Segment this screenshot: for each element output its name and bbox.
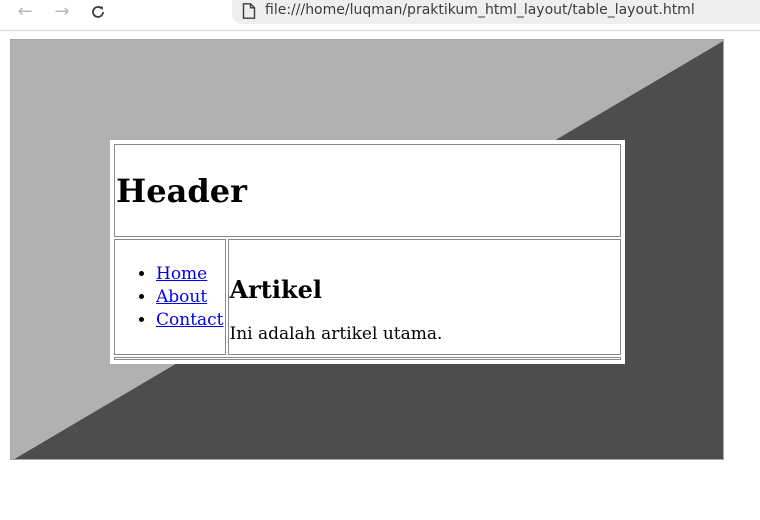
- page-header: Header: [116, 171, 247, 210]
- address-bar[interactable]: file:///home/luqman/praktikum_html_layou…: [232, 0, 760, 24]
- layout-table: Header Home About Contact Artikel Ini ad…: [110, 140, 625, 364]
- nav-cell: Home About Contact: [114, 239, 226, 355]
- nav-link-home[interactable]: Home: [156, 264, 207, 284]
- footer-cell: [114, 357, 621, 360]
- reload-icon: [92, 6, 104, 18]
- nav-link-contact[interactable]: Contact: [156, 310, 224, 330]
- file-icon: [242, 3, 256, 19]
- nav-item-about: About: [156, 286, 224, 309]
- arrow-left-icon: ←: [17, 1, 33, 22]
- forward-button[interactable]: →: [49, 0, 75, 24]
- arrow-right-icon: →: [54, 1, 70, 22]
- header-cell: Header: [114, 144, 621, 237]
- reload-button[interactable]: [85, 0, 111, 24]
- article-text: Ini adalah artikel utama.: [229, 323, 443, 344]
- nav-link-about[interactable]: About: [156, 287, 207, 307]
- back-button[interactable]: ←: [12, 0, 38, 24]
- nav-list: Home About Contact: [116, 263, 224, 332]
- article-title: Artikel: [229, 274, 322, 304]
- nav-item-home: Home: [156, 263, 224, 286]
- content-cell: Artikel Ini adalah artikel utama.: [227, 239, 621, 355]
- nav-item-contact: Contact: [156, 309, 224, 332]
- browser-toolbar: ← → file:///home/luqman/praktikum_html_l…: [0, 0, 760, 31]
- page-canvas: Header Home About Contact Artikel Ini ad…: [10, 39, 724, 460]
- url-text[interactable]: file:///home/luqman/praktikum_html_layou…: [265, 2, 695, 18]
